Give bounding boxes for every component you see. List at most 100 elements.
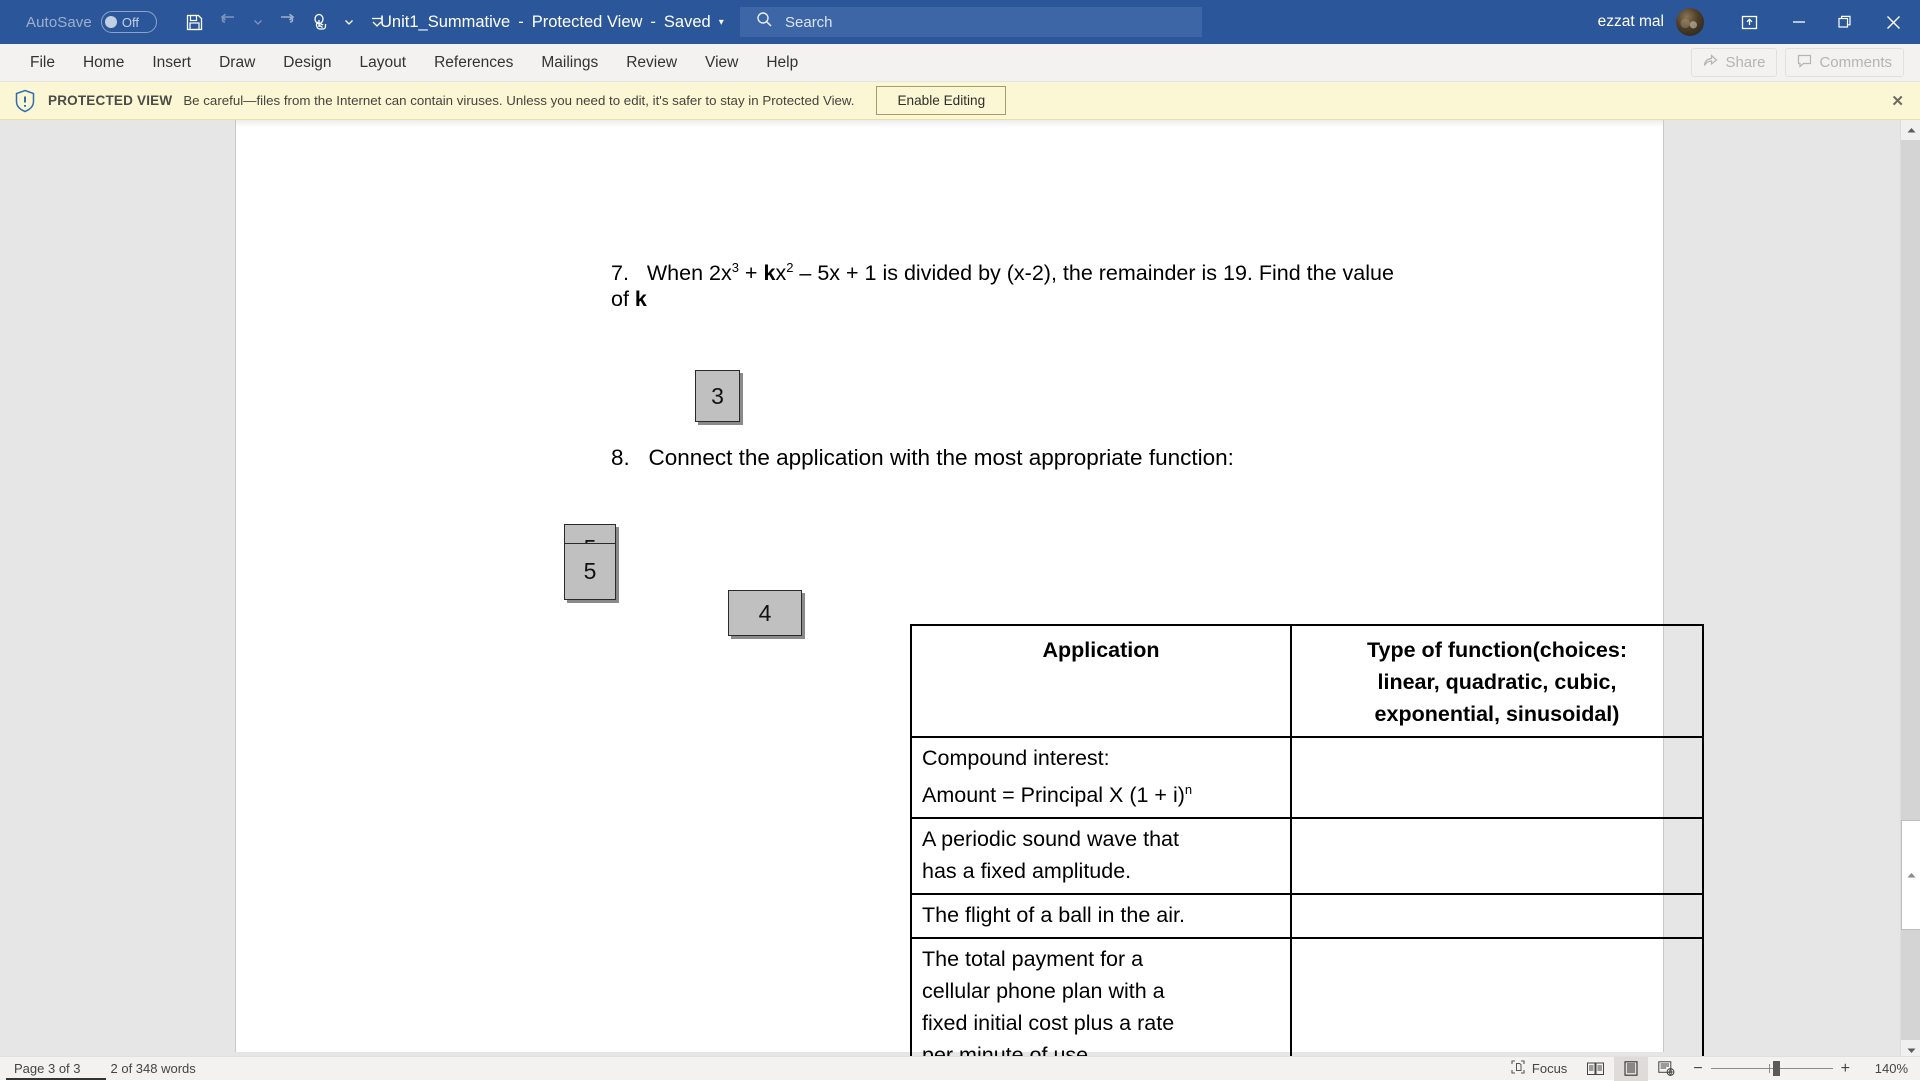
protected-view-message: Be careful—files from the Internet can c…: [183, 93, 854, 108]
question-8-text: Connect the application with the most ap…: [649, 445, 1234, 470]
scroll-up-arrow[interactable]: [1901, 120, 1920, 140]
print-layout-icon[interactable]: [1614, 1057, 1648, 1081]
undo-dropdown-icon[interactable]: [249, 6, 267, 38]
document-name: Unit1_Summative: [380, 13, 510, 32]
application-cell-1-line-1: Compound interest:: [922, 742, 1280, 774]
redo-icon[interactable]: [270, 6, 302, 38]
comments-button[interactable]: Comments: [1785, 48, 1904, 77]
focus-mode-button[interactable]: Focus: [1501, 1057, 1577, 1081]
header-line-3: exponential, sinusoidal): [1302, 698, 1692, 730]
share-button[interactable]: Share: [1691, 48, 1777, 77]
document-canvas[interactable]: 7. When 2x3 + kx2 – 5x + 1 is divided by…: [0, 120, 1920, 1060]
table-row: A periodic sound wave that has a fixed a…: [911, 818, 1703, 894]
image-placeholder-4[interactable]: 4: [728, 590, 802, 636]
saved-status: Saved: [664, 13, 711, 32]
vertical-scrollbar[interactable]: [1900, 120, 1920, 1060]
zoom-out-button[interactable]: −: [1693, 1060, 1702, 1078]
protected-view-title: PROTECTED VIEW: [48, 93, 172, 108]
restore-icon[interactable]: [1822, 0, 1868, 44]
scroll-thumb[interactable]: [1901, 820, 1920, 930]
enable-editing-button[interactable]: Enable Editing: [876, 86, 1006, 115]
question-7-sup1: 3: [732, 260, 739, 275]
save-icon[interactable]: [179, 6, 211, 38]
ribbon-display-options-icon[interactable]: [1722, 0, 1776, 44]
web-layout-icon[interactable]: [1648, 1057, 1685, 1081]
focus-mode-label: Focus: [1532, 1061, 1567, 1076]
answer-cell-1[interactable]: [1291, 737, 1703, 818]
search-icon: [756, 11, 773, 33]
application-cell-4-line-2: cellular phone plan with a: [922, 975, 1280, 1007]
document-title[interactable]: Unit1_Summative - Protected View - Saved…: [380, 13, 724, 32]
header-line-1: Type of function(choices:: [1302, 634, 1692, 666]
avatar[interactable]: [1676, 8, 1704, 36]
title-bar: AutoSave Off Unit1_Summative - P: [0, 0, 1920, 44]
application-cell-1-line-2: Amount = Principal X (1 + i)n: [922, 774, 1280, 811]
tab-draw[interactable]: Draw: [205, 44, 269, 82]
answer-cell-2[interactable]: [1291, 818, 1703, 894]
tab-file[interactable]: File: [16, 44, 69, 82]
question-7-bold-k2: k: [635, 287, 647, 311]
zoom-level-label[interactable]: 140%: [1862, 1061, 1908, 1076]
table-header-row: Application Type of function(choices: li…: [911, 625, 1703, 737]
focus-mode-icon: [1511, 1060, 1525, 1077]
application-cell-2-line-2: has a fixed amplitude.: [922, 855, 1280, 887]
tab-mailings[interactable]: Mailings: [527, 44, 612, 82]
image-placeholder-3[interactable]: 3: [695, 370, 740, 422]
application-cell-1: Compound interest: Amount = Principal X …: [911, 737, 1291, 818]
title-separator-2: -: [650, 13, 656, 32]
tab-layout[interactable]: Layout: [346, 44, 421, 82]
autosave-control[interactable]: AutoSave Off: [26, 11, 157, 33]
tab-home[interactable]: Home: [69, 44, 138, 82]
share-icon: [1703, 53, 1718, 72]
question-7: 7. When 2x3 + kx2 – 5x + 1 is divided by…: [611, 255, 1416, 312]
minimize-icon[interactable]: [1776, 0, 1822, 44]
share-label: Share: [1725, 54, 1765, 71]
tab-design[interactable]: Design: [269, 44, 345, 82]
status-bar-right: Focus − + 140%: [1501, 1057, 1908, 1081]
tab-review[interactable]: Review: [612, 44, 691, 82]
status-bar: Page 3 of 3 2 of 348 words Focus − + 1: [0, 1056, 1920, 1080]
tab-help[interactable]: Help: [752, 44, 812, 82]
close-icon[interactable]: [1868, 0, 1918, 44]
table-header-type-of-function: Type of function(choices: linear, quadra…: [1291, 625, 1703, 737]
answer-cell-4[interactable]: [1291, 938, 1703, 1060]
zoom-thumb[interactable]: [1773, 1061, 1780, 1076]
protected-view-status: Protected View: [532, 13, 643, 32]
question-7-number: 7.: [611, 261, 629, 285]
tab-insert[interactable]: Insert: [138, 44, 205, 82]
title-separator-1: -: [518, 13, 524, 32]
question-7-part1: When 2x: [647, 261, 732, 285]
search-input[interactable]: Search: [740, 7, 1202, 37]
zoom-slider[interactable]: − +: [1685, 1060, 1858, 1078]
shield-icon: [14, 89, 36, 113]
tab-references[interactable]: References: [420, 44, 527, 82]
application-cell-3-line-1: The flight of a ball in the air.: [922, 899, 1280, 931]
page-indicator[interactable]: Page 3 of 3: [14, 1061, 81, 1076]
table-row: The flight of a ball in the air.: [911, 894, 1703, 938]
chevron-down-icon[interactable]: ▾: [719, 17, 724, 28]
table-header-application: Application: [911, 625, 1291, 737]
autosave-toggle[interactable]: Off: [101, 11, 157, 33]
question-7-part2: +: [739, 261, 764, 285]
close-banner-icon[interactable]: ✕: [1891, 92, 1904, 110]
zoom-track[interactable]: [1711, 1068, 1833, 1069]
zoom-in-button[interactable]: +: [1841, 1060, 1850, 1078]
tab-view[interactable]: View: [691, 44, 752, 82]
search-placeholder: Search: [785, 14, 833, 31]
question-8-number: 8.: [611, 445, 630, 470]
touch-mouse-mode-icon[interactable]: [305, 6, 337, 38]
application-function-table: Application Type of function(choices: li…: [910, 624, 1704, 1060]
comments-icon: [1797, 53, 1812, 72]
image-placeholder-5-front[interactable]: 5: [564, 543, 616, 600]
application-cell-4: The total payment for a cellular phone p…: [911, 938, 1291, 1060]
comments-label: Comments: [1819, 54, 1892, 71]
answer-cell-3[interactable]: [1291, 894, 1703, 938]
protected-view-banner: PROTECTED VIEW Be careful—files from the…: [0, 82, 1920, 120]
undo-icon[interactable]: [214, 6, 246, 38]
read-mode-icon[interactable]: [1577, 1057, 1614, 1081]
word-count[interactable]: 2 of 348 words: [111, 1061, 196, 1076]
account-name[interactable]: ezzat mal: [1598, 13, 1664, 31]
touch-mode-dropdown-icon[interactable]: [340, 6, 358, 38]
application-cell-4-line-1: The total payment for a: [922, 943, 1280, 975]
application-cell-4-line-3: fixed initial cost plus a rate: [922, 1007, 1280, 1039]
